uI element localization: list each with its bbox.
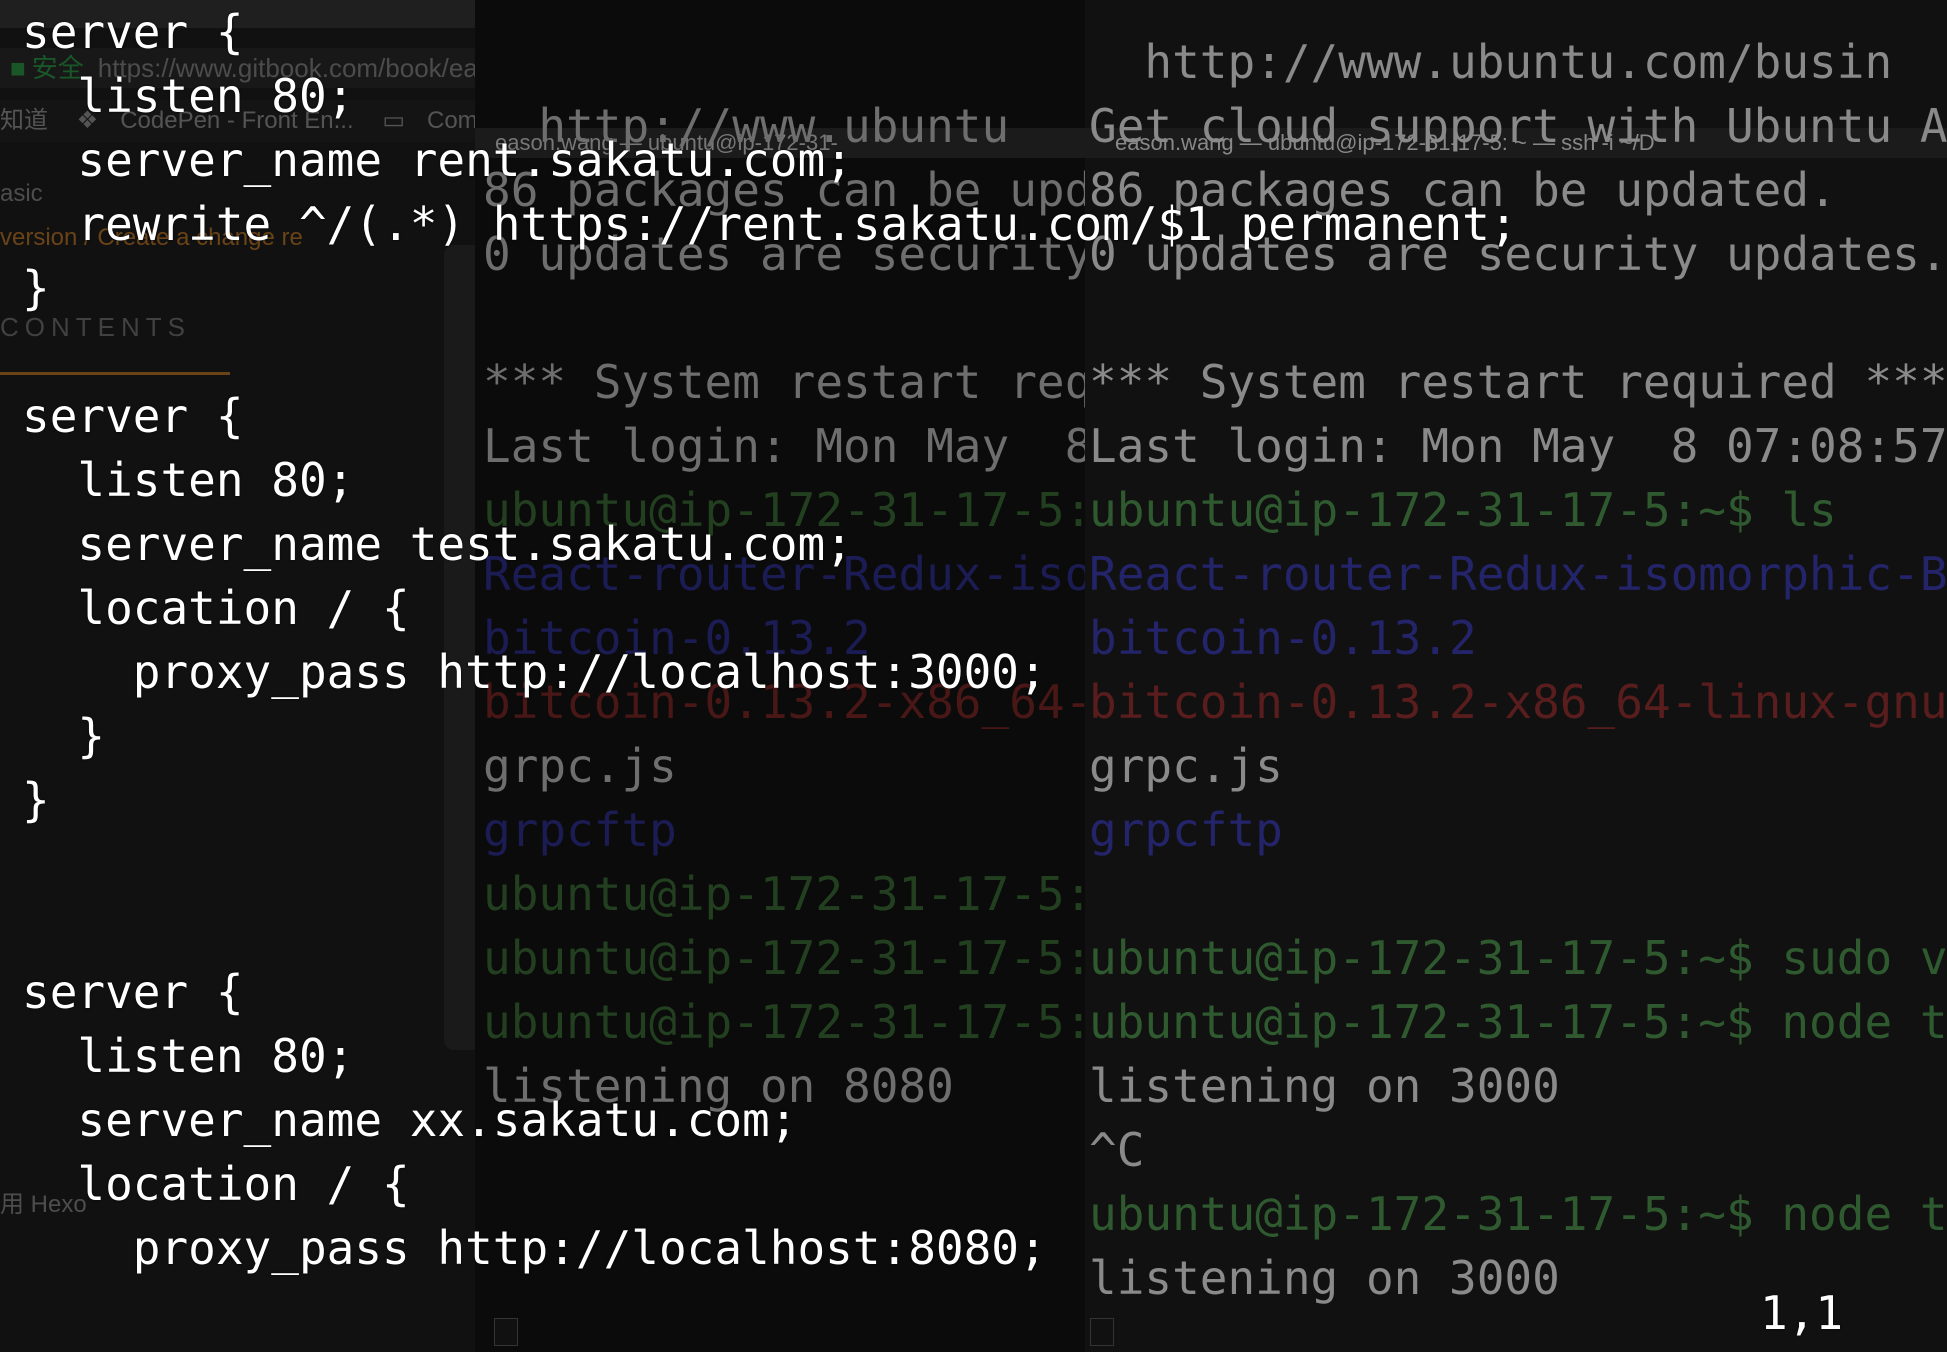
editor-line[interactable]: listen 80; <box>22 1024 1518 1088</box>
terminal-cursor <box>494 1318 518 1346</box>
editor-line[interactable] <box>22 896 1518 960</box>
editor-line[interactable]: server { <box>22 384 1518 448</box>
vim-editor[interactable]: server { listen 80; server_name rent.sak… <box>0 0 1947 1352</box>
editor-line[interactable]: location / { <box>22 1152 1518 1216</box>
editor-line[interactable]: rewrite ^/(.*) https://rent.sakatu.com/$… <box>22 192 1517 256</box>
editor-line[interactable]: server_name test.sakatu.com; <box>22 512 1518 576</box>
cursor-position-indicator: 1,1 <box>1760 1286 1844 1340</box>
terminal-cursor <box>1090 1318 1114 1346</box>
editor-line[interactable]: server { <box>22 960 1518 1024</box>
editor-line[interactable]: server_name rent.sakatu.com; <box>22 128 1518 192</box>
editor-line[interactable]: listen 80; <box>22 448 1518 512</box>
editor-line[interactable]: proxy_pass http://localhost:8080; <box>22 1216 1518 1280</box>
editor-line[interactable]: } <box>22 256 1518 320</box>
editor-line[interactable] <box>22 832 1518 896</box>
editor-line[interactable]: location / { <box>22 576 1518 640</box>
editor-line[interactable]: } <box>22 768 1518 832</box>
editor-line[interactable]: server { <box>22 0 1518 64</box>
editor-line[interactable] <box>22 320 1518 384</box>
editor-line[interactable]: listen 80; <box>22 64 1518 128</box>
editor-line[interactable]: } <box>22 704 1518 768</box>
editor-line[interactable]: server_name xx.sakatu.com; <box>22 1088 1518 1152</box>
editor-code-area[interactable]: server { listen 80; server_name rent.sak… <box>22 0 1518 1280</box>
editor-line[interactable]: proxy_pass http://localhost:3000; <box>22 640 1518 704</box>
screen: ■安全https://www.gitbook.com/book/easonwan… <box>0 0 1947 1352</box>
